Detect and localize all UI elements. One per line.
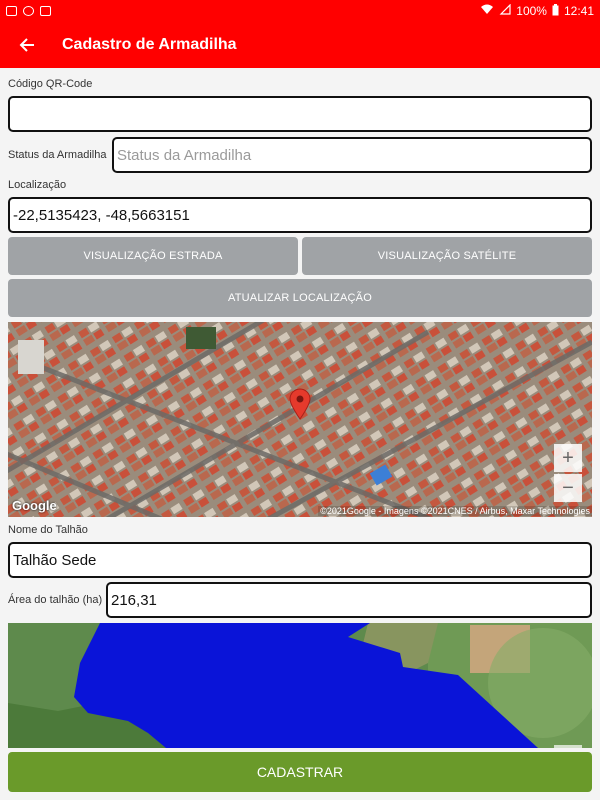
submit-button[interactable]: CADASTRAR — [8, 752, 592, 792]
wifi-icon — [480, 4, 494, 18]
battery-percent: 100% — [516, 4, 547, 18]
mail-notification-icon — [40, 6, 51, 16]
page-title: Cadastro de Armadilha — [62, 36, 237, 53]
plot-satellite-imagery — [8, 623, 592, 748]
back-button[interactable] — [0, 22, 54, 68]
plot-map[interactable] — [8, 623, 592, 748]
location-label: Localização — [8, 179, 67, 191]
update-location-button[interactable]: ATUALIZAR LOCALIZAÇÃO — [8, 279, 592, 317]
status-bar: 100% 12:41 — [0, 0, 600, 22]
signal-icon — [499, 3, 511, 18]
gallery-notification-icon — [6, 6, 17, 16]
plot-map-zoom-button[interactable] — [554, 745, 582, 748]
location-input[interactable] — [13, 206, 587, 224]
satellite-view-button[interactable]: VISUALIZAÇÃO SATÉLITE — [302, 237, 592, 275]
plot-name-field[interactable] — [8, 542, 592, 578]
app-bar: Cadastro de Armadilha — [0, 22, 600, 68]
map-attribution: ©2021Google - Imagens ©2021CNES / Airbus… — [318, 506, 592, 516]
form-content: Código QR-Code Status da Armadilha Local… — [0, 68, 600, 800]
location-pin-icon[interactable] — [289, 388, 311, 420]
clock: 12:41 — [563, 4, 594, 18]
sync-notification-icon — [23, 6, 34, 16]
battery-icon — [552, 3, 559, 19]
zoom-in-button[interactable]: + — [554, 444, 582, 472]
arrow-left-icon — [19, 38, 34, 52]
plot-name-input[interactable] — [13, 551, 587, 569]
location-field[interactable] — [8, 197, 592, 233]
plot-area-label: Área do talhão (ha) — [8, 594, 103, 606]
plot-name-label: Nome do Talhão — [8, 524, 88, 536]
status-label: Status da Armadilha — [8, 149, 107, 161]
status-input[interactable] — [117, 146, 587, 164]
google-logo: Google — [12, 498, 57, 513]
plot-area-field[interactable] — [106, 582, 592, 618]
qr-code-label: Código QR-Code — [8, 78, 93, 90]
status-field[interactable] — [112, 137, 592, 173]
plot-area-input[interactable] — [111, 591, 587, 609]
location-map[interactable]: + − Google ©2021Google - Imagens ©2021CN… — [8, 322, 592, 517]
qr-code-input[interactable] — [13, 105, 587, 123]
zoom-out-button[interactable]: − — [554, 474, 582, 502]
road-view-button[interactable]: VISUALIZAÇÃO ESTRADA — [8, 237, 298, 275]
qr-code-field[interactable] — [8, 96, 592, 132]
